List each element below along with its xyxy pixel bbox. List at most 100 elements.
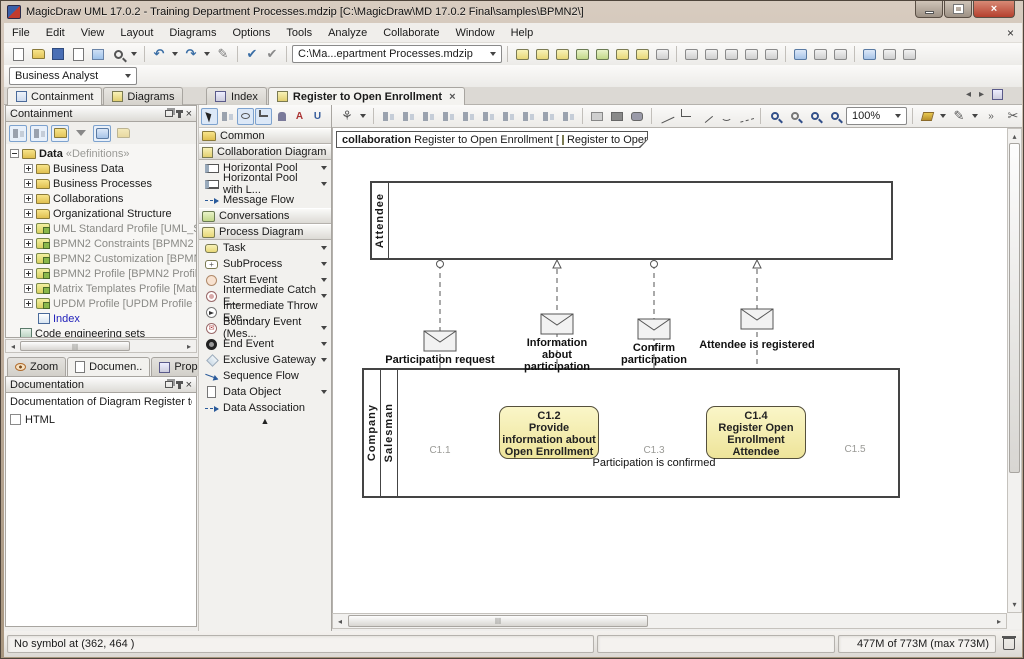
menu-tools[interactable]: Tools [278, 25, 320, 41]
filter-icon[interactable] [72, 125, 90, 142]
import-icon[interactable] [742, 45, 760, 63]
dependency-matrix-icon[interactable] [613, 45, 631, 63]
menu-options[interactable]: Options [224, 25, 278, 41]
tree-item-bpmn2-profile[interactable]: BPMN2 Profile [BPMN2 Profile.mdzip... [6, 266, 196, 281]
tree-item-data[interactable]: Data «Definitions» [6, 146, 196, 161]
report-wizard-icon[interactable] [722, 45, 740, 63]
float-panel-icon[interactable] [165, 110, 173, 117]
show-inherited-icon[interactable] [51, 125, 69, 142]
palette-section-common[interactable]: Common [199, 128, 331, 144]
undo-icon[interactable]: ↶ [150, 45, 168, 63]
item-dropdown-icon[interactable] [321, 278, 327, 282]
profile-diagram-icon[interactable] [573, 45, 591, 63]
spell-check-icon[interactable]: ✎ [214, 45, 232, 63]
make-same-width-icon[interactable] [539, 107, 557, 125]
tab-containment[interactable]: Containment [7, 87, 102, 105]
zoom-in-icon[interactable] [766, 107, 784, 125]
zoom-minus-icon[interactable] [826, 107, 844, 125]
sticky-tool-icon[interactable]: A [291, 108, 308, 125]
align-top-icon[interactable] [459, 107, 477, 125]
maximize-button[interactable] [944, 1, 972, 18]
align-center-horizontal-icon[interactable] [399, 107, 417, 125]
pan-tool-icon[interactable] [237, 108, 254, 125]
layout-icon[interactable] [811, 45, 829, 63]
menu-analyze[interactable]: Analyze [320, 25, 375, 41]
commit-icon[interactable]: ✔ [263, 45, 281, 63]
toolbar-overflow-icon[interactable]: » [982, 107, 1000, 125]
item-dropdown-icon[interactable] [321, 262, 327, 266]
tree-item-bpmn2-customization[interactable]: BPMN2 Customization [BPMN2 Custo... [6, 251, 196, 266]
item-dropdown-icon[interactable] [321, 182, 327, 186]
layout-dropdown-icon[interactable] [360, 114, 366, 118]
align-right-icon[interactable] [439, 107, 457, 125]
redo-dropdown-icon[interactable] [204, 52, 210, 56]
garbage-collect-icon[interactable] [1003, 638, 1015, 650]
palette-boundary-event[interactable]: ✉ Boundary Event (Mes... [199, 320, 331, 336]
tab-diagrams[interactable]: Diagrams [103, 87, 183, 105]
tab-scroll-left-icon[interactable]: ◂ [966, 89, 971, 100]
item-dropdown-icon[interactable] [321, 390, 327, 394]
line-mixed-icon[interactable] [737, 107, 755, 125]
pin-panel-icon[interactable] [178, 381, 181, 389]
close-panel-icon[interactable]: × [186, 110, 192, 118]
palette-data-object[interactable]: Data Object [199, 384, 331, 400]
navigate-back-icon[interactable] [860, 45, 878, 63]
find-icon[interactable] [109, 45, 127, 63]
line-oblique-icon[interactable] [697, 107, 715, 125]
palette-section-process[interactable]: Process Diagram [199, 224, 331, 240]
expand-icon[interactable] [24, 164, 33, 173]
menu-diagrams[interactable]: Diagrams [161, 25, 224, 41]
diagram-canvas[interactable]: collaboration Register to Open Enrollmen… [332, 128, 1007, 613]
pool-company[interactable]: Company Salesman [362, 368, 900, 498]
find-dropdown-icon[interactable] [131, 52, 137, 56]
tree-item-uml-standard-profile[interactable]: UML Standard Profile [UML_Standar... [6, 221, 196, 236]
expand-icon[interactable] [24, 224, 33, 233]
tab-close-icon[interactable]: × [449, 91, 455, 103]
expand-tree-icon[interactable] [9, 125, 27, 142]
tree-item-business-data[interactable]: Business Data [6, 161, 196, 176]
close-button[interactable]: × [973, 1, 1015, 18]
tab-scroll-right-icon[interactable]: ▸ [979, 89, 984, 100]
undo-dropdown-icon[interactable] [172, 52, 178, 56]
fill-color-icon[interactable] [918, 107, 936, 125]
pen-color-icon[interactable]: ✎ [950, 107, 968, 125]
item-dropdown-icon[interactable] [321, 246, 327, 250]
palette-data-association[interactable]: Data Association [199, 400, 331, 416]
containment-hscrollbar[interactable]: ◂ ▸ ⦀⦀ [5, 339, 197, 353]
menu-layout[interactable]: Layout [112, 25, 161, 41]
expand-icon[interactable] [24, 299, 33, 308]
content-diagram-icon[interactable] [553, 45, 571, 63]
zoom-plus-icon[interactable] [806, 107, 824, 125]
tree-item-business-processes[interactable]: Business Processes [6, 176, 196, 191]
project-file-combo[interactable]: C:\Ma...epartment Processes.mdzip [292, 45, 502, 63]
align-bottom-icon[interactable] [479, 107, 497, 125]
message-label-participation-request[interactable]: Participation request [365, 354, 515, 366]
distribute-vertical-icon[interactable] [519, 107, 537, 125]
canvas-hscrollbar[interactable]: ◂ ▸ ⦀⦀ [332, 613, 1007, 629]
palette-horizontal-pool-lanes[interactable]: Horizontal Pool with L... [199, 176, 331, 192]
palette-subprocess[interactable]: + SubProcess [199, 256, 331, 272]
expand-icon[interactable] [24, 284, 33, 293]
expand-icon[interactable] [24, 254, 33, 263]
menu-collaborate[interactable]: Collaborate [375, 25, 447, 41]
magnet-tool-icon[interactable]: U [309, 108, 326, 125]
palette-exclusive-gateway[interactable]: Exclusive Gateway [199, 352, 331, 368]
path-tool-icon[interactable] [255, 108, 272, 125]
tree-item-bpmn2-constraints[interactable]: BPMN2 Constraints [BPMN2 Constra... [6, 236, 196, 251]
html-checkbox-row[interactable]: HTML [10, 414, 192, 426]
title-bar[interactable]: MagicDraw UML 17.0.2 - Training Departme… [1, 1, 1023, 23]
align-center-vertical-icon[interactable] [379, 107, 397, 125]
palette-section-collaboration[interactable]: Collaboration Diagram [199, 144, 331, 160]
event-label-c1-3[interactable]: C1.3 [634, 445, 674, 456]
collapse-tree-icon[interactable] [30, 125, 48, 142]
tree-item-collaborations[interactable]: Collaborations [6, 191, 196, 206]
menu-window[interactable]: Window [447, 25, 502, 41]
palette-scroll-up-icon[interactable]: ▲ [199, 416, 331, 430]
model-transform-icon[interactable] [682, 45, 700, 63]
cut-icon[interactable]: ✂ [1004, 107, 1022, 125]
line-rectilinear-icon[interactable] [677, 107, 695, 125]
message-label-information-about-participation[interactable]: Information about participation [512, 337, 602, 373]
menu-help[interactable]: Help [503, 25, 542, 41]
menu-file[interactable]: File [4, 25, 38, 41]
shape-fill-dark-icon[interactable] [608, 107, 626, 125]
